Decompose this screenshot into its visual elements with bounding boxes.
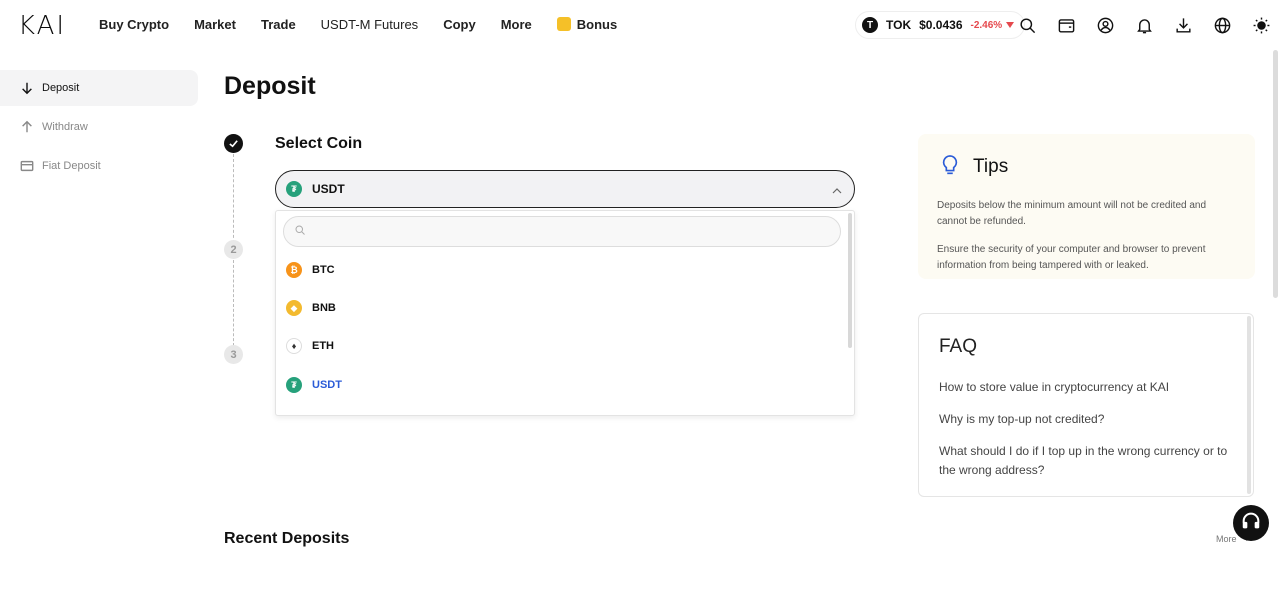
tok-token-icon: T xyxy=(862,17,878,33)
tips-title: Tips xyxy=(973,156,1009,177)
page-scrollbar[interactable] xyxy=(1273,50,1278,298)
sidebar-item-label: Deposit xyxy=(42,82,80,94)
globe-icon[interactable] xyxy=(1212,15,1232,35)
nav-buy-crypto[interactable]: Buy Crypto xyxy=(99,17,169,32)
nav-copy[interactable]: Copy xyxy=(443,17,476,32)
eth-icon: ♦ xyxy=(286,338,302,354)
top-header: KAI Buy Crypto Market Trade USDT-M Futur… xyxy=(0,0,1280,50)
sidebar-item-fiat-deposit[interactable]: Fiat Deposit xyxy=(0,148,198,184)
ticker-change: -2.46% xyxy=(970,19,1003,31)
selected-coin-label: USDT xyxy=(312,182,345,196)
recent-deposits-title: Recent Deposits xyxy=(224,530,350,547)
ticker-symbol: TOK xyxy=(886,18,912,32)
bell-icon[interactable] xyxy=(1134,15,1154,35)
tips-panel: Tips Deposits below the minimum amount w… xyxy=(918,134,1255,279)
sidebar-item-withdraw[interactable]: Withdraw xyxy=(0,109,198,145)
usdt-icon: ₮ xyxy=(286,181,302,197)
customer-support-button[interactable] xyxy=(1233,505,1269,541)
faq-item[interactable]: How to store value in cryptocurrency at … xyxy=(939,378,1235,397)
card-icon xyxy=(20,159,34,173)
headset-icon xyxy=(1240,510,1262,537)
nav-market[interactable]: Market xyxy=(194,17,236,32)
coin-option-usdt[interactable]: ₮ USDT xyxy=(286,375,342,395)
btc-icon: ₿ xyxy=(286,262,302,278)
faq-item[interactable]: Why is my top-up not credited? xyxy=(939,410,1235,429)
coin-option-btc[interactable]: ₿ BTC xyxy=(286,260,335,280)
nav-more[interactable]: More xyxy=(501,17,532,32)
sidebar-item-label: Fiat Deposit xyxy=(42,160,101,172)
ticker-price: $0.0436 xyxy=(919,18,963,32)
download-icon[interactable] xyxy=(1173,15,1193,35)
coin-select-dropdown[interactable]: ₮ USDT xyxy=(275,170,855,208)
bonus-label: Bonus xyxy=(576,17,618,32)
nav-usdt-futures[interactable]: USDT-M Futures xyxy=(321,17,419,32)
wallet-icon[interactable] xyxy=(1056,15,1076,35)
nav-bonus[interactable]: Bonus xyxy=(556,16,618,32)
arrow-up-icon xyxy=(20,120,34,134)
gift-icon xyxy=(556,16,571,31)
coin-option-eth[interactable]: ♦ ETH xyxy=(286,336,334,356)
sidebar-item-deposit[interactable]: Deposit xyxy=(0,70,198,106)
step-2-badge: 2 xyxy=(224,240,243,259)
usdt-icon: ₮ xyxy=(286,377,302,393)
lightbulb-icon xyxy=(939,154,961,183)
step-3-badge: 3 xyxy=(224,345,243,364)
step-connector xyxy=(233,260,234,346)
faq-item[interactable]: What should I do if I top up in the wron… xyxy=(939,442,1235,480)
arrow-down-icon xyxy=(20,81,34,95)
faq-panel: FAQ How to store value in cryptocurrency… xyxy=(918,313,1254,497)
theme-sun-icon[interactable] xyxy=(1251,15,1271,35)
sidebar-item-label: Withdraw xyxy=(42,121,88,133)
coin-search-box[interactable] xyxy=(283,216,841,247)
step-connector xyxy=(233,154,234,248)
select-coin-title: Select Coin xyxy=(275,135,363,152)
nav-trade[interactable]: Trade xyxy=(261,17,296,32)
tip-text: Ensure the security of your computer and… xyxy=(937,244,1206,271)
coin-option-bnb[interactable]: ◆ BNB xyxy=(286,298,336,318)
search-icon[interactable] xyxy=(1017,15,1037,35)
dropdown-scrollbar[interactable] xyxy=(848,213,852,348)
main-nav: Buy Crypto Market Trade USDT-M Futures C… xyxy=(99,16,642,32)
header-actions xyxy=(1017,15,1271,35)
faq-scrollbar[interactable] xyxy=(1247,316,1251,494)
coin-option-label: ETH xyxy=(312,340,334,352)
step-indicator: 2 3 xyxy=(224,134,244,366)
page-title: Deposit xyxy=(224,72,316,100)
coin-dropdown-list: ₿ BTC ◆ BNB ♦ ETH ₮ USDT xyxy=(275,210,855,416)
account-icon[interactable] xyxy=(1095,15,1115,35)
chevron-up-icon xyxy=(832,184,842,198)
bnb-icon: ◆ xyxy=(286,300,302,316)
faq-title: FAQ xyxy=(939,336,978,357)
sidebar: Deposit Withdraw Fiat Deposit xyxy=(0,70,198,187)
tip-text: Deposits below the minimum amount will n… xyxy=(937,200,1207,227)
search-icon xyxy=(294,223,306,241)
kai-logo[interactable]: KAI xyxy=(18,13,66,39)
coin-option-label: BTC xyxy=(312,264,335,276)
coin-search-input[interactable] xyxy=(312,224,812,239)
coin-option-label: USDT xyxy=(312,379,342,391)
down-triangle-icon xyxy=(1006,22,1015,28)
token-ticker[interactable]: T TOK $0.0436 -2.46% xyxy=(855,11,1026,39)
coin-option-label: BNB xyxy=(312,302,336,314)
more-label: More xyxy=(1216,534,1237,544)
step-complete-check-icon xyxy=(224,134,243,153)
